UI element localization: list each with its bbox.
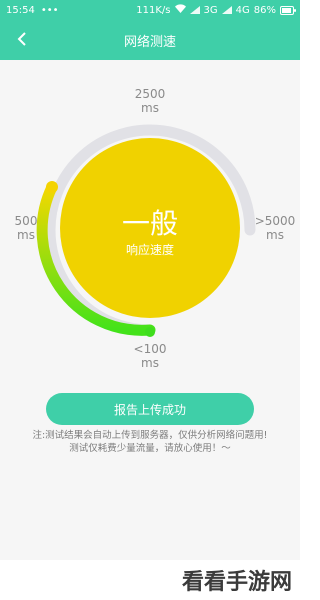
latency-caption: 响应速度: [125, 243, 174, 257]
network-type-2: 4G: [235, 4, 250, 16]
label-2500ms: 2500 ms: [134, 87, 166, 115]
page-title: 网络测速: [123, 34, 176, 50]
network-speed: 111K/s: [136, 4, 171, 16]
label-gt5000ms: >5000 ms: [254, 214, 296, 242]
battery-percent: 86%: [253, 4, 276, 16]
status-notification-dots: •••: [40, 4, 59, 16]
chevron-left-icon[interactable]: [10, 27, 34, 51]
watermark-logo: 看看手游网: [181, 570, 292, 595]
speed-test-panel: 2500 ms 500 ms >5000 ms <100 ms 一般 响应速度 …: [0, 60, 300, 560]
gauge-start-knob: [145, 327, 155, 337]
network-type-1: 3G: [203, 4, 218, 16]
signal-icon: [221, 6, 232, 14]
label-lt100ms: <100 ms: [133, 342, 167, 370]
upload-report-button[interactable]: 报告上传成功: [46, 393, 254, 425]
status-bar: 15:54 ••• 111K/s 3G 4G 86%: [0, 0, 300, 20]
disclaimer-note: 注:测试结果会自动上传到服务器，仅供分析网络问题用! 测试仅耗费少量流量，请放心…: [32, 430, 268, 454]
battery-icon: [280, 5, 296, 15]
label-500ms: 500 ms: [14, 214, 38, 242]
gauge-end-knob: [46, 181, 58, 193]
title-bar: 网络测速: [0, 20, 300, 60]
latency-rating: 一般: [121, 207, 178, 240]
wifi-icon: [174, 4, 186, 16]
signal-icon: [189, 6, 200, 14]
status-time: 15:54: [6, 4, 35, 16]
